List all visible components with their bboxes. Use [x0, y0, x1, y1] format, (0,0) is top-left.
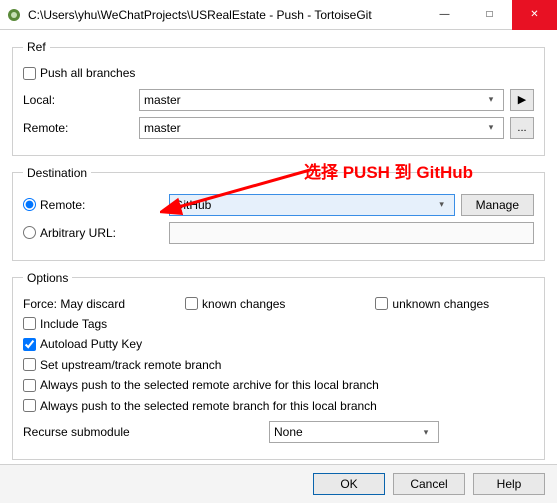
window-title: C:\Users\yhu\WeChatProjects\USRealEstate… [28, 8, 422, 22]
close-button[interactable]: ✕ [512, 0, 557, 30]
always-archive-label: Always push to the selected remote archi… [40, 378, 379, 392]
arbitrary-url-radio-input[interactable] [23, 226, 36, 239]
push-all-branches-input[interactable] [23, 67, 36, 80]
maximize-button[interactable]: □ [467, 0, 512, 30]
set-upstream-input[interactable] [23, 358, 36, 371]
play-icon: ▶ [518, 93, 526, 106]
autoload-putty-checkbox[interactable]: Autoload Putty Key [23, 337, 142, 351]
cancel-button-label: Cancel [410, 477, 447, 491]
chevron-down-icon: ▾ [483, 94, 499, 105]
always-archive-checkbox[interactable]: Always push to the selected remote archi… [23, 378, 379, 392]
app-icon [6, 7, 22, 23]
autoload-putty-input[interactable] [23, 338, 36, 351]
force-label: Force: May discard [23, 297, 125, 311]
dest-remote-radio-label: Remote: [40, 198, 85, 212]
dialog-content: Ref Push all branches Local: master ▾ ▶ … [0, 30, 557, 460]
arbitrary-url-radio-label: Arbitrary URL: [40, 226, 116, 240]
arbitrary-url-field[interactable] [169, 222, 534, 244]
unknown-changes-label: unknown changes [392, 297, 489, 311]
minimize-button[interactable]: — [422, 0, 467, 30]
local-label: Local: [23, 93, 133, 107]
ok-button-label: OK [340, 477, 357, 491]
chevron-down-icon: ▾ [434, 199, 450, 210]
arbitrary-url-radio[interactable]: Arbitrary URL: [23, 226, 133, 240]
local-branch-combo[interactable]: master ▾ [139, 89, 504, 111]
help-button[interactable]: Help [473, 473, 545, 495]
help-button-label: Help [497, 477, 522, 491]
include-tags-label: Include Tags [40, 317, 107, 331]
recurse-value: None [274, 425, 303, 439]
destination-group: Destination Remote: GitHub ▾ Manage Arbi… [12, 166, 545, 261]
known-changes-checkbox[interactable]: known changes [185, 297, 285, 311]
dest-remote-radio-input[interactable] [23, 198, 36, 211]
known-changes-label: known changes [202, 297, 285, 311]
titlebar: C:\Users\yhu\WeChatProjects\USRealEstate… [0, 0, 557, 30]
ref-legend: Ref [23, 40, 50, 54]
dest-remote-value: GitHub [174, 198, 211, 212]
set-upstream-label: Set upstream/track remote branch [40, 358, 221, 372]
local-browse-button[interactable]: ▶ [510, 89, 534, 111]
dest-remote-combo[interactable]: GitHub ▾ [169, 194, 455, 216]
remote-browse-button[interactable]: ... [510, 117, 534, 139]
push-all-branches-checkbox[interactable]: Push all branches [23, 66, 135, 80]
ellipsis-icon: ... [517, 122, 526, 134]
footer: OK Cancel Help [0, 464, 557, 503]
remote-branch-combo[interactable]: master ▾ [139, 117, 504, 139]
manage-button-label: Manage [476, 198, 519, 212]
push-all-branches-label: Push all branches [40, 66, 135, 80]
chevron-down-icon: ▾ [418, 427, 434, 438]
include-tags-input[interactable] [23, 317, 36, 330]
ok-button[interactable]: OK [313, 473, 385, 495]
set-upstream-checkbox[interactable]: Set upstream/track remote branch [23, 358, 221, 372]
recurse-combo[interactable]: None ▾ [269, 421, 439, 443]
always-branch-checkbox[interactable]: Always push to the selected remote branc… [23, 399, 377, 413]
ref-group: Ref Push all branches Local: master ▾ ▶ … [12, 40, 545, 156]
chevron-down-icon: ▾ [483, 122, 499, 133]
options-group: Options Force: May discard known changes… [12, 271, 545, 461]
known-changes-input[interactable] [185, 297, 198, 310]
cancel-button[interactable]: Cancel [393, 473, 465, 495]
local-branch-value: master [144, 93, 181, 107]
always-branch-input[interactable] [23, 399, 36, 412]
always-branch-label: Always push to the selected remote branc… [40, 399, 377, 413]
autoload-putty-label: Autoload Putty Key [40, 337, 142, 351]
unknown-changes-input[interactable] [375, 297, 388, 310]
recurse-label: Recurse submodule [23, 425, 263, 439]
include-tags-checkbox[interactable]: Include Tags [23, 317, 107, 331]
options-legend: Options [23, 271, 72, 285]
remote-ref-label: Remote: [23, 121, 133, 135]
always-archive-input[interactable] [23, 379, 36, 392]
remote-branch-value: master [144, 121, 181, 135]
unknown-changes-checkbox[interactable]: unknown changes [375, 297, 489, 311]
dest-remote-radio[interactable]: Remote: [23, 198, 133, 212]
destination-legend: Destination [23, 166, 91, 180]
manage-button[interactable]: Manage [461, 194, 534, 216]
